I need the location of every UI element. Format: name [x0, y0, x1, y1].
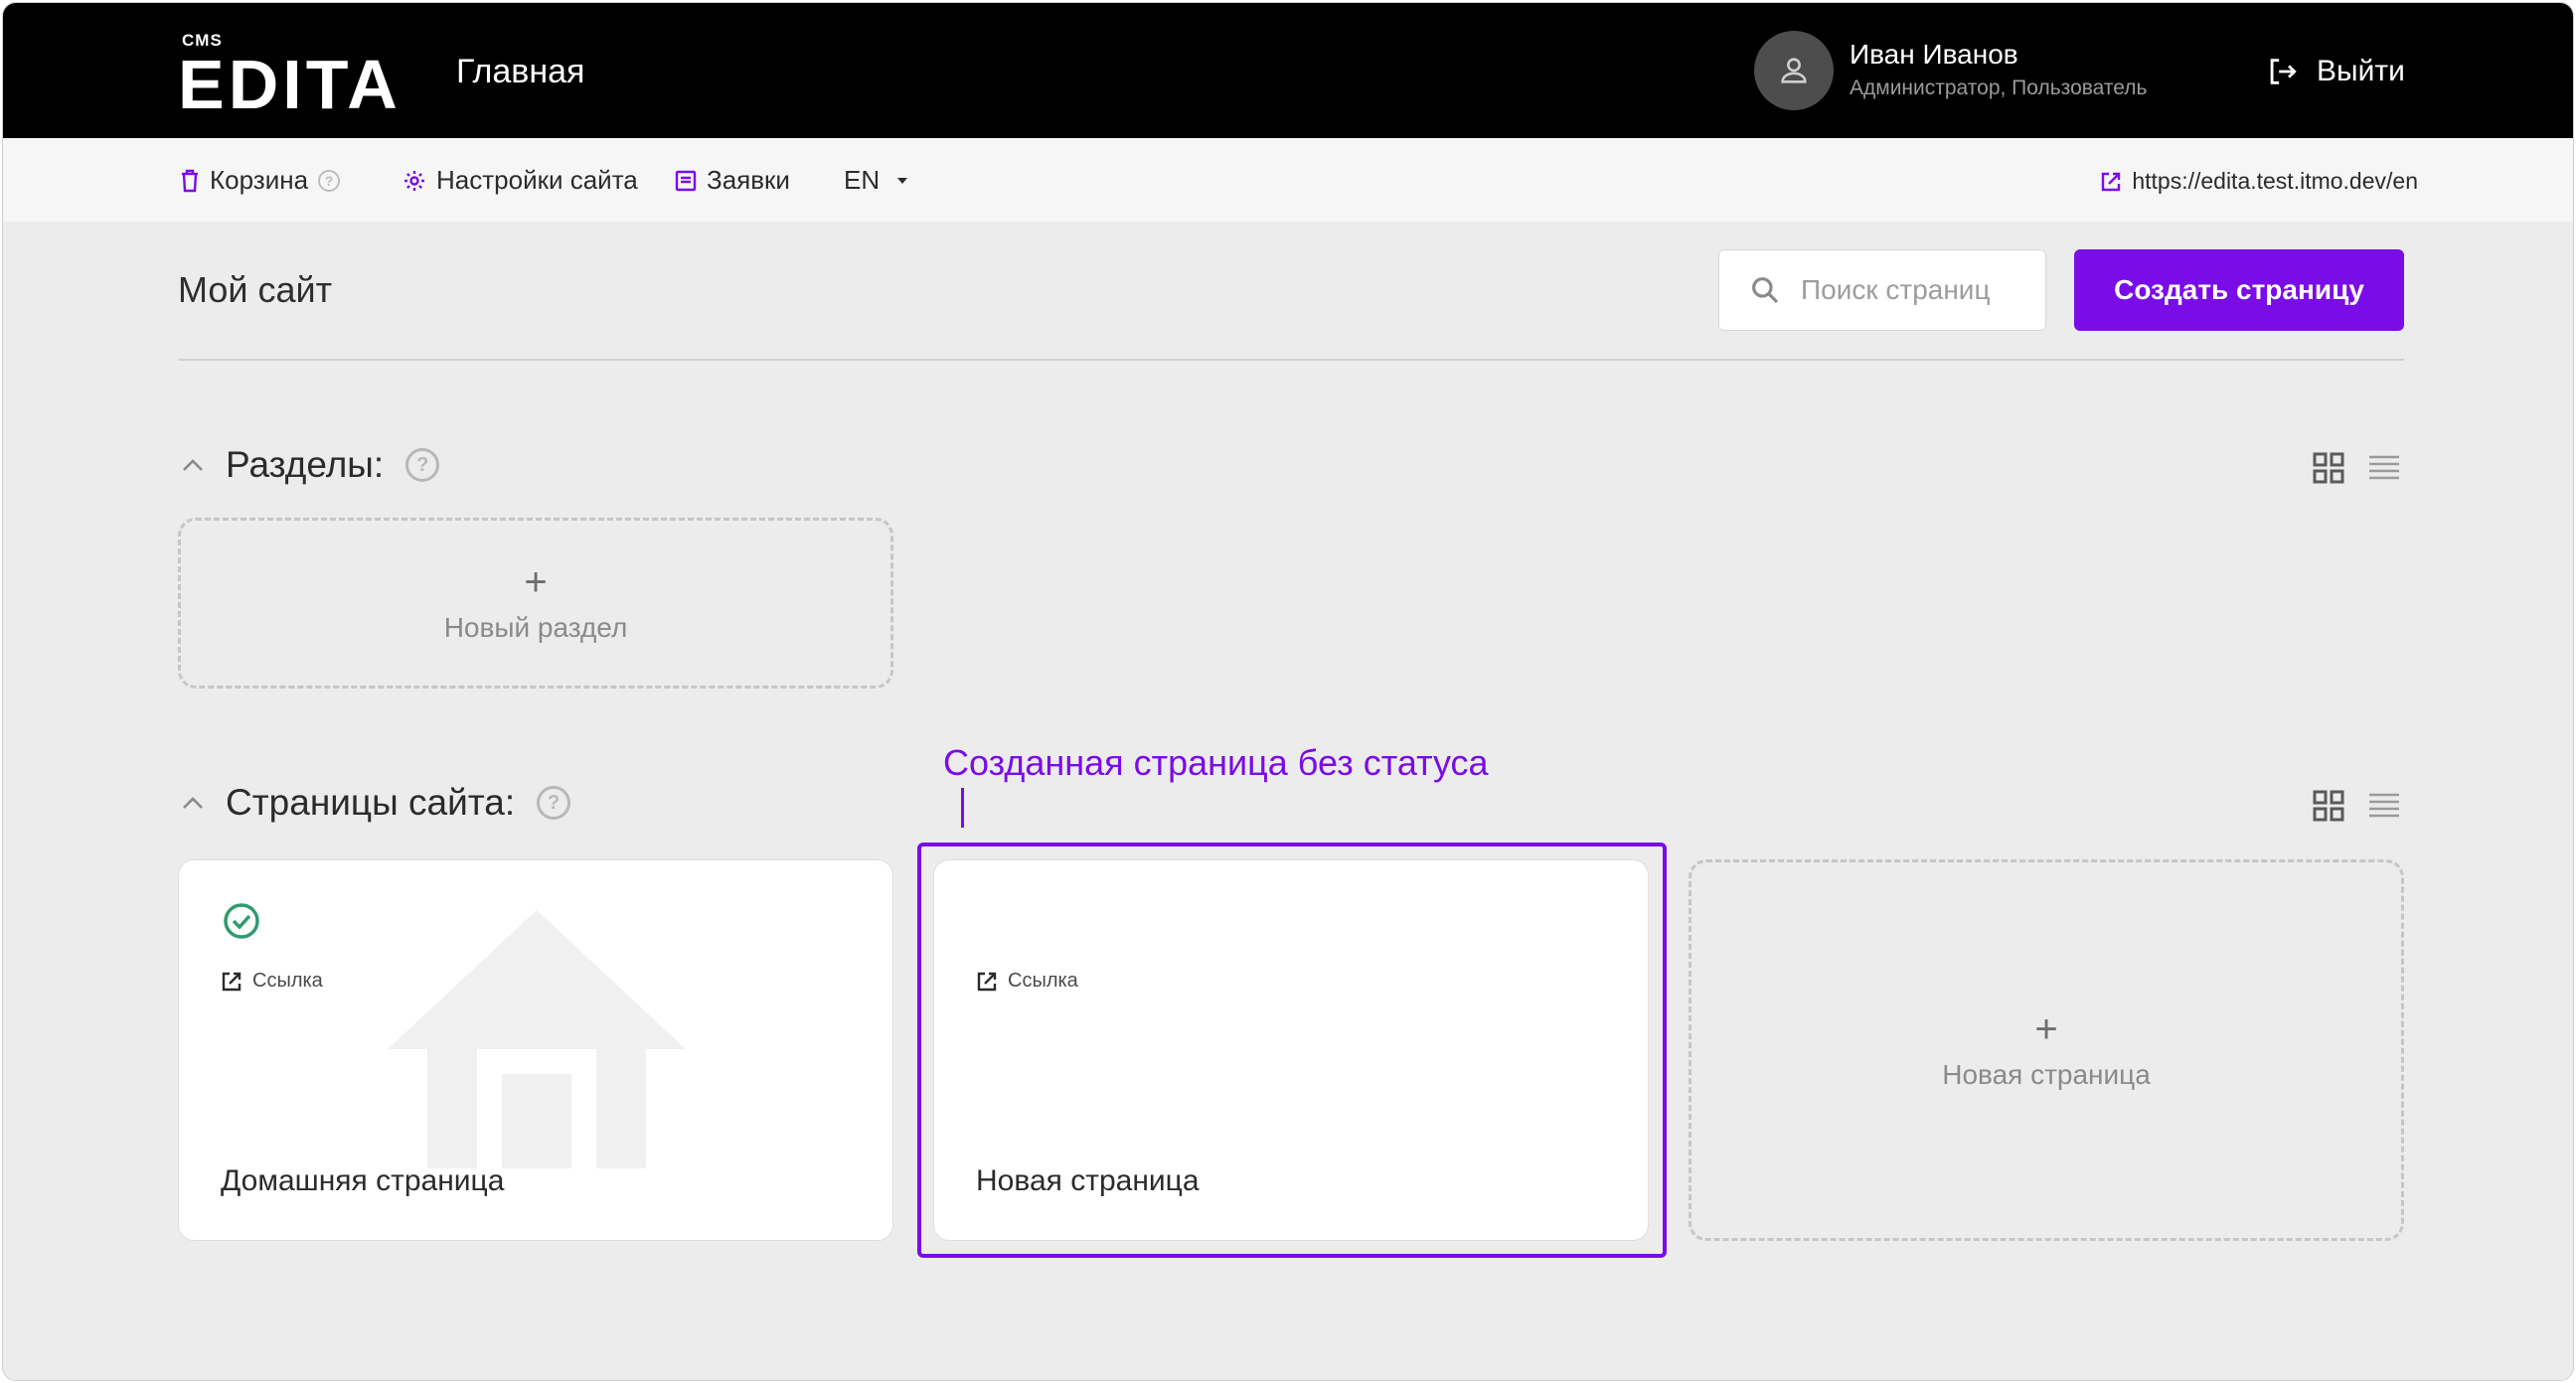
grid-view-icon[interactable] — [2313, 452, 2344, 484]
pages-view-toggles — [2313, 790, 2400, 822]
requests-label: Заявки — [707, 165, 790, 195]
toolbar: Корзина ? Настройки сайта Заявки EN http… — [3, 138, 2573, 222]
header-title: Главная — [456, 53, 585, 90]
page-link[interactable]: Ссылка — [976, 970, 1078, 993]
plus-icon: + — [524, 560, 548, 604]
sections-heading: Разделы: — [226, 444, 385, 485]
external-link-icon — [222, 972, 242, 991]
external-link-icon — [2102, 172, 2121, 191]
divider — [178, 359, 2404, 361]
page-link-label: Ссылка — [252, 970, 323, 992]
site-settings-link[interactable]: Настройки сайта — [402, 165, 638, 196]
user-icon — [1781, 58, 1807, 83]
site-url-text: https://edita.test.itmo.dev/en — [2132, 168, 2418, 194]
annotation-text: Созданная страница без статуса — [943, 742, 1489, 783]
logout-button[interactable]: Выйти — [2265, 55, 2405, 88]
sections-header: Разделы: ? — [182, 444, 440, 486]
site-url-link[interactable]: https://edita.test.itmo.dev/en — [2100, 168, 2418, 195]
user-avatar[interactable] — [1754, 31, 1834, 110]
trash-label: Корзина — [210, 165, 309, 195]
create-page-button[interactable]: Создать страницу — [2074, 249, 2404, 331]
new-page-card[interactable]: + Новая страница — [1689, 859, 2404, 1241]
page-name: Домашняя страница — [221, 1164, 505, 1197]
help-icon[interactable]: ? — [318, 169, 341, 192]
search-input[interactable] — [1799, 273, 2021, 307]
page-title: Мой сайт — [178, 269, 333, 310]
page-link[interactable]: Ссылка — [221, 970, 323, 993]
annotation-pointer — [961, 788, 964, 828]
page-card-new[interactable]: Ссылка Новая страница — [933, 859, 1649, 1241]
external-link-icon — [977, 972, 997, 991]
trash-link[interactable]: Корзина ? — [180, 165, 341, 196]
logout-icon — [2270, 59, 2297, 84]
caret-down-icon — [897, 177, 908, 184]
plus-icon: + — [2034, 1007, 2058, 1051]
gear-icon — [404, 170, 424, 191]
grid-view-icon[interactable] — [2313, 790, 2344, 822]
chevron-up-icon[interactable] — [182, 796, 204, 810]
search-box[interactable] — [1718, 249, 2046, 331]
logout-label: Выйти — [2317, 55, 2405, 87]
language-value: EN — [844, 165, 881, 195]
new-section-card[interactable]: + Новый раздел — [178, 518, 893, 689]
pages-heading: Страницы сайта: — [226, 782, 516, 823]
pages-header: Страницы сайта: ? — [182, 782, 571, 824]
trash-icon — [182, 169, 198, 192]
page-link-label: Ссылка — [1008, 970, 1078, 992]
new-section-label: Новый раздел — [443, 612, 628, 643]
list-view-icon[interactable] — [2368, 454, 2400, 482]
requests-link[interactable]: Заявки — [675, 165, 790, 196]
help-icon[interactable]: ? — [537, 786, 571, 820]
list-view-icon[interactable] — [2368, 792, 2400, 820]
home-icon — [388, 910, 686, 1168]
sections-view-toggles — [2313, 452, 2400, 484]
user-name: Иван Иванов — [1850, 39, 2018, 70]
language-select[interactable]: EN — [844, 165, 909, 196]
site-settings-label: Настройки сайта — [436, 165, 638, 195]
app-window: CMS EDITA Главная Иван Иванов Администра… — [2, 2, 2574, 1381]
search-icon — [1752, 277, 1779, 304]
chevron-up-icon[interactable] — [182, 458, 204, 472]
user-role: Администратор, Пользователь — [1850, 77, 2148, 99]
document-icon — [675, 170, 697, 191]
logo[interactable]: EDITA — [178, 45, 402, 124]
check-circle-icon — [224, 903, 259, 939]
help-icon[interactable]: ? — [405, 448, 440, 482]
top-header: CMS EDITA Главная Иван Иванов Администра… — [3, 3, 2573, 138]
page-name: Новая страница — [976, 1164, 1200, 1197]
new-page-label: Новая страница — [1942, 1059, 2151, 1090]
page-card-home[interactable]: Ссылка Домашняя страница — [178, 859, 893, 1241]
